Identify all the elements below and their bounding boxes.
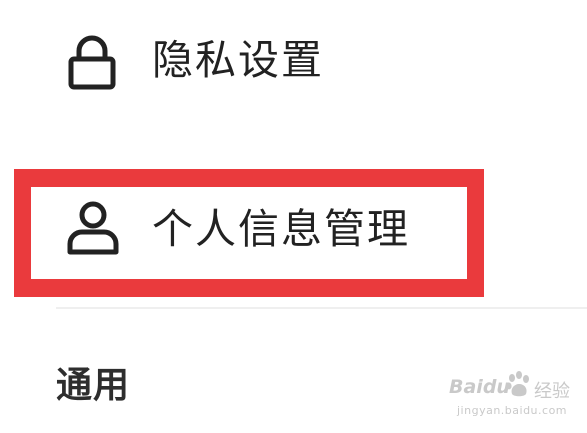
watermark-url: jingyan.baidu.com xyxy=(457,404,568,417)
watermark-cn: 经验 xyxy=(534,381,570,402)
paw-icon xyxy=(506,371,529,397)
personal-info-management-item[interactable]: 个人信息管理 xyxy=(0,185,587,273)
settings-screen: 隐私设置 个人信息管理 通用 Baidu 经验 jingyan.baidu.co… xyxy=(0,0,587,433)
divider xyxy=(56,307,587,309)
privacy-settings-item[interactable]: 隐私设置 xyxy=(0,20,587,100)
section-header-general: 通用 xyxy=(56,365,131,406)
personal-info-management-label: 个人信息管理 xyxy=(152,205,410,253)
watermark-brand: Baidu xyxy=(449,376,510,398)
lock-icon xyxy=(68,35,116,90)
person-icon xyxy=(67,201,119,255)
privacy-settings-label: 隐私设置 xyxy=(152,36,324,84)
baidu-jingyan-watermark: Baidu 经验 jingyan.baidu.com xyxy=(449,370,583,428)
